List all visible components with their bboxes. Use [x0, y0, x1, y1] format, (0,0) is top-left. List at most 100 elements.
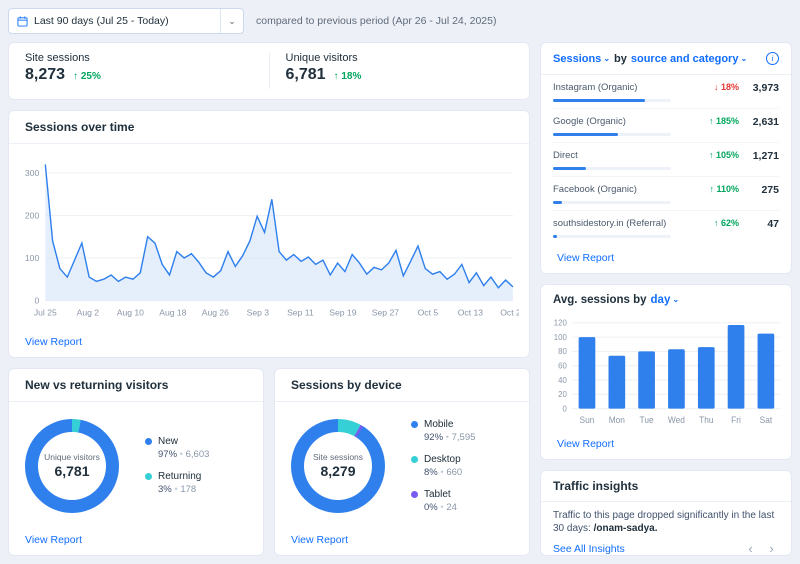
source-bar-track: [553, 133, 671, 136]
svg-text:60: 60: [558, 361, 567, 370]
svg-text:120: 120: [554, 318, 568, 327]
right-column: Sessions⌄ by source and category⌄ i Inst…: [540, 42, 792, 556]
svg-text:300: 300: [25, 168, 40, 178]
date-range-select[interactable]: Last 90 days (Jul 25 - Today) ⌄: [8, 8, 244, 34]
source-label: Instagram (Organic): [553, 82, 693, 93]
source-row[interactable]: Instagram (Organic)↓ 18%3,973: [553, 75, 779, 109]
svg-text:Aug 18: Aug 18: [159, 308, 186, 318]
sessions-line-chart: 3002001000Jul 25Aug 2Aug 10Aug 18Aug 26S…: [9, 144, 529, 331]
svg-text:Sep 11: Sep 11: [287, 308, 314, 318]
trend-arrow-icon: ↑: [334, 71, 339, 82]
bottom-row: New vs returning visitors Unique visitor…: [8, 368, 530, 556]
source-row[interactable]: Direct↑ 105%1,271: [553, 143, 779, 177]
svg-text:200: 200: [25, 210, 40, 220]
view-report-link[interactable]: View Report: [557, 438, 614, 450]
source-value: 275: [739, 184, 779, 196]
calendar-icon: [17, 16, 28, 27]
kpi-label: Unique visitors: [286, 52, 514, 64]
sessions-line-chart-svg: 3002001000Jul 25Aug 2Aug 10Aug 18Aug 26S…: [19, 152, 519, 331]
source-change: ↑ 105%: [693, 150, 739, 160]
kpi-value: 6,781: [286, 66, 326, 84]
info-icon[interactable]: i: [766, 52, 779, 65]
insight-text: Traffic to this page dropped significant…: [541, 502, 791, 539]
view-report-link[interactable]: View Report: [25, 336, 82, 348]
source-row[interactable]: Facebook (Organic)↑ 110%275: [553, 177, 779, 211]
unique-visitors-change: ↑ 18%: [334, 71, 362, 82]
compare-period-text: compared to previous period (Apr 26 - Ju…: [256, 15, 496, 27]
next-insight-button[interactable]: ›: [764, 541, 779, 556]
site-sessions-change: ↑ 25%: [73, 71, 101, 82]
legend-value: 8% • 660: [424, 467, 475, 478]
source-value: 47: [739, 218, 779, 230]
source-row[interactable]: Google (Organic)↑ 185%2,631: [553, 109, 779, 143]
svg-text:Aug 2: Aug 2: [77, 308, 100, 318]
legend-item: Desktop 8% • 660: [411, 454, 475, 478]
svg-text:Sep 3: Sep 3: [247, 308, 270, 318]
donut-center-value: 6,781: [54, 463, 89, 479]
prev-insight-button[interactable]: ‹: [743, 541, 758, 556]
day-dropdown[interactable]: day⌄: [651, 294, 680, 306]
topbar: Last 90 days (Jul 25 - Today) ⌄ compared…: [8, 8, 792, 34]
legend-label: Desktop: [424, 454, 461, 465]
source-bar-track: [553, 201, 671, 204]
source-category-dropdown[interactable]: source and category⌄: [631, 53, 747, 65]
view-report-link[interactable]: View Report: [25, 534, 82, 546]
legend-item: New97% • 6,603: [145, 436, 209, 460]
view-report-link[interactable]: View Report: [291, 534, 348, 546]
left-column: Site sessions 8,273 ↑ 25% Unique visitor…: [8, 42, 530, 556]
source-bar-track: [553, 235, 671, 238]
source-bar-fill: [553, 133, 618, 136]
insight-page-path: /onam-sadya.: [594, 523, 658, 534]
legend-dot-icon: [411, 456, 418, 463]
svg-text:40: 40: [558, 376, 567, 385]
chevron-down-icon: ⌄: [221, 16, 243, 27]
see-all-insights-link[interactable]: See All Insights: [553, 543, 625, 555]
source-row[interactable]: southsidestory.in (Referral)↑ 62%47: [553, 211, 779, 244]
kpi-value: 8,273: [25, 66, 65, 84]
sessions-over-time-card: Sessions over time 3002001000Jul 25Aug 2…: [8, 110, 530, 358]
legend-item: Tablet0% • 24: [411, 489, 475, 513]
svg-text:Aug 10: Aug 10: [117, 308, 144, 318]
sessions-metric-dropdown[interactable]: Sessions⌄: [553, 53, 610, 65]
kpi-unique-visitors[interactable]: Unique visitors 6,781 ↑ 18%: [270, 43, 530, 99]
card-title: Sessions⌄ by source and category⌄ i: [541, 43, 791, 75]
source-change: ↓ 18%: [693, 82, 739, 92]
svg-text:100: 100: [25, 253, 40, 263]
legend-dot-icon: [145, 438, 152, 445]
source-value: 2,631: [739, 116, 779, 128]
svg-text:Sep 19: Sep 19: [329, 308, 356, 318]
svg-text:Tue: Tue: [640, 415, 654, 425]
source-bar-fill: [553, 167, 586, 170]
svg-text:Oct 5: Oct 5: [418, 308, 439, 318]
view-report-link[interactable]: View Report: [557, 252, 614, 264]
source-value: 1,271: [739, 150, 779, 162]
svg-text:Sun: Sun: [580, 415, 595, 425]
analytics-dashboard: Last 90 days (Jul 25 - Today) ⌄ compared…: [0, 0, 800, 564]
donut-center: Site sessions 8,279: [304, 432, 372, 500]
legend-label: Returning: [158, 471, 201, 482]
source-label: Facebook (Organic): [553, 184, 693, 195]
avg-sessions-by-day-card: Avg. sessions by day⌄ 120100806040200Sun…: [540, 284, 792, 460]
chevron-down-icon: ⌄: [740, 55, 747, 63]
svg-text:100: 100: [554, 333, 568, 342]
donut-center-label: Unique visitors: [44, 452, 100, 462]
svg-text:Wed: Wed: [668, 415, 685, 425]
svg-text:Oct 13: Oct 13: [458, 308, 484, 318]
chevron-down-icon: ⌄: [603, 55, 610, 63]
card-title: Sessions by device: [275, 369, 529, 402]
chevron-down-icon: ⌄: [672, 296, 679, 304]
legend-dot-icon: [145, 473, 152, 480]
traffic-insights-card: Traffic insights Traffic to this page dr…: [540, 470, 792, 556]
date-range-value: Last 90 days (Jul 25 - Today): [34, 15, 220, 27]
legend-value: 0% • 24: [424, 502, 475, 513]
source-bar-track: [553, 99, 671, 102]
legend-label: Mobile: [424, 419, 453, 430]
svg-text:0: 0: [34, 296, 39, 306]
card-title: Avg. sessions by day⌄: [541, 285, 791, 309]
source-list: Instagram (Organic)↓ 18%3,973Google (Org…: [541, 75, 791, 247]
svg-text:Jul 25: Jul 25: [34, 308, 57, 318]
new-vs-returning-card: New vs returning visitors Unique visitor…: [8, 368, 264, 556]
source-bar-track: [553, 167, 671, 170]
svg-text:Fri: Fri: [731, 415, 741, 425]
kpi-site-sessions[interactable]: Site sessions 8,273 ↑ 25%: [9, 43, 269, 99]
